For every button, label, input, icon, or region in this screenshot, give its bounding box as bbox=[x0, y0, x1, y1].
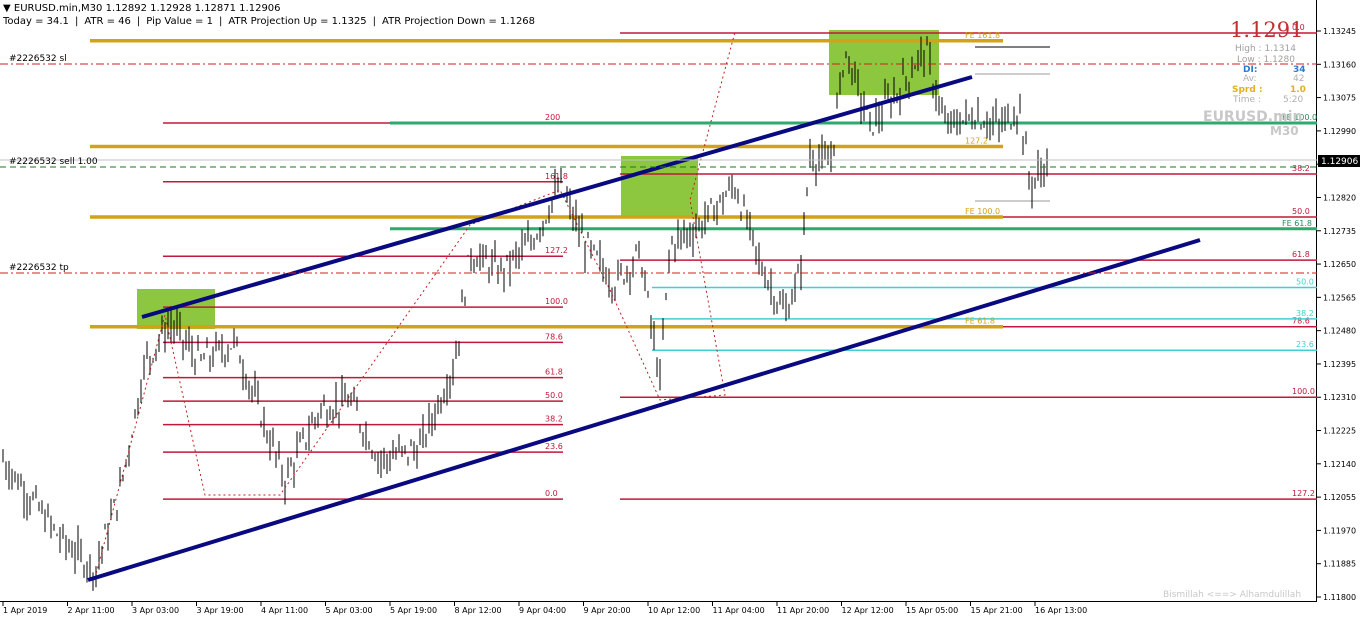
x-tick-label: 11 Apr 04:00 bbox=[713, 606, 765, 615]
y-tick-label: 1.11800 bbox=[1323, 593, 1356, 602]
x-tick-label: 3 Apr 03:00 bbox=[132, 606, 179, 615]
time-value: 5:20 bbox=[1283, 95, 1303, 105]
order-tp-label: #2226532 tp bbox=[9, 263, 69, 273]
x-tick-label: 8 Apr 12:00 bbox=[455, 606, 502, 615]
x-tick-label: 9 Apr 04:00 bbox=[519, 606, 566, 615]
y-tick-label: 1.12310 bbox=[1323, 393, 1356, 402]
timeframe-watermark: M30 bbox=[1270, 124, 1299, 138]
y-tick-label: 1.11970 bbox=[1323, 526, 1356, 535]
x-tick-label: 10 Apr 12:00 bbox=[648, 606, 700, 615]
gold-label: 127.2 bbox=[965, 137, 988, 146]
y-tick-label: 1.12480 bbox=[1323, 327, 1356, 336]
low-text: Low : 1.1280 bbox=[1237, 55, 1295, 65]
y-tick-label: 1.13245 bbox=[1323, 27, 1356, 36]
big-price: 1.1291 bbox=[1230, 18, 1303, 42]
x-tick-label: 15 Apr 21:00 bbox=[971, 606, 1023, 615]
current-price-label: 1.12906 bbox=[1321, 157, 1358, 167]
fib-left-label: 50.0 bbox=[545, 391, 563, 400]
symbol-watermark: EURUSD.min bbox=[1203, 109, 1302, 125]
cyan-label: 50.0 bbox=[1296, 278, 1314, 287]
time-label: Time : bbox=[1232, 95, 1261, 105]
y-tick-label: 1.13160 bbox=[1323, 60, 1356, 69]
gold-label: FE 161.8 bbox=[965, 31, 1000, 40]
y-tick-label: 1.12565 bbox=[1323, 293, 1356, 302]
x-tick-label: 16 Apr 13:00 bbox=[1035, 606, 1087, 615]
av-value: 42 bbox=[1293, 74, 1304, 84]
x-tick-label: 9 Apr 20:00 bbox=[584, 606, 631, 615]
cyan-label: 23.6 bbox=[1296, 340, 1314, 349]
fib-left-label: 0.0 bbox=[545, 489, 558, 498]
y-tick-label: 1.12990 bbox=[1323, 127, 1356, 136]
y-tick-label: 1.11885 bbox=[1323, 560, 1356, 569]
x-tick-label: 5 Apr 19:00 bbox=[390, 606, 437, 615]
y-tick-label: 1.13075 bbox=[1323, 94, 1356, 103]
gold-label: FE 61.8 bbox=[965, 317, 995, 326]
av-label: Av: bbox=[1243, 74, 1257, 84]
sprd-label: Sprd : bbox=[1232, 85, 1263, 95]
y-tick-label: 1.12140 bbox=[1323, 460, 1356, 469]
x-tick-label: 11 Apr 20:00 bbox=[777, 606, 829, 615]
fib-left-label: 127.2 bbox=[545, 246, 568, 255]
high-text: High : 1.1314 bbox=[1235, 44, 1296, 54]
fib-left-label: 100.0 bbox=[545, 297, 568, 306]
fib-left-label: 23.6 bbox=[545, 442, 563, 451]
y-tick-label: 1.12055 bbox=[1323, 493, 1356, 502]
footer-text: Bismillah <==> Alhamdulillah bbox=[1163, 590, 1301, 600]
y-tick-label: 1.12735 bbox=[1323, 227, 1356, 236]
order-sl-label: #2226532 sl bbox=[9, 54, 67, 64]
fib-left-label: 161.8 bbox=[545, 172, 568, 181]
x-tick-label: 5 Apr 03:00 bbox=[326, 606, 373, 615]
fib-left-label: 38.2 bbox=[545, 415, 563, 424]
fib-right-label: 61.8 bbox=[1292, 250, 1310, 259]
x-tick-label: 12 Apr 12:00 bbox=[842, 606, 894, 615]
zone-box bbox=[621, 156, 698, 216]
x-tick-label: 15 Apr 05:00 bbox=[906, 606, 958, 615]
gold-label: FE 100.0 bbox=[965, 207, 1000, 216]
x-tick-label: 1 Apr 2019 bbox=[3, 606, 47, 615]
fib-right-label: 78.6 bbox=[1292, 317, 1310, 326]
x-tick-label: 3 Apr 19:00 bbox=[197, 606, 244, 615]
fib-right-label: 127.2 bbox=[1292, 489, 1315, 498]
chart-svg: 200 161.8 127.2 100.0 78.6 61.8 50.0 38.2 23.6 0.… bbox=[0, 18, 1360, 615]
fib-left-label: 61.8 bbox=[545, 368, 563, 377]
fib-right-label: 50.0 bbox=[1292, 207, 1310, 216]
fib-right-label: 100.0 bbox=[1292, 387, 1315, 396]
cyan-label: 38.2 bbox=[1296, 309, 1314, 318]
sprd-value: 1.0 bbox=[1290, 85, 1306, 95]
y-tick-label: 1.12225 bbox=[1323, 427, 1356, 436]
x-tick-label: 4 Apr 11:00 bbox=[261, 606, 308, 615]
fib-left-label: 200 bbox=[545, 113, 560, 122]
x-tick-label: 2 Apr 11:00 bbox=[68, 606, 115, 615]
green-label: FE 61.8 bbox=[1282, 219, 1312, 228]
y-tick-label: 1.12395 bbox=[1323, 360, 1356, 369]
fib-left-label: 78.6 bbox=[545, 332, 563, 341]
order-sell-label: #2226532 sell 1.00 bbox=[9, 157, 98, 167]
y-tick-label: 1.12650 bbox=[1323, 260, 1356, 269]
fib-right-label: 38.2 bbox=[1292, 164, 1310, 173]
y-tick-label: 1.12820 bbox=[1323, 193, 1356, 202]
channel-lower-line[interactable] bbox=[87, 238, 1201, 582]
